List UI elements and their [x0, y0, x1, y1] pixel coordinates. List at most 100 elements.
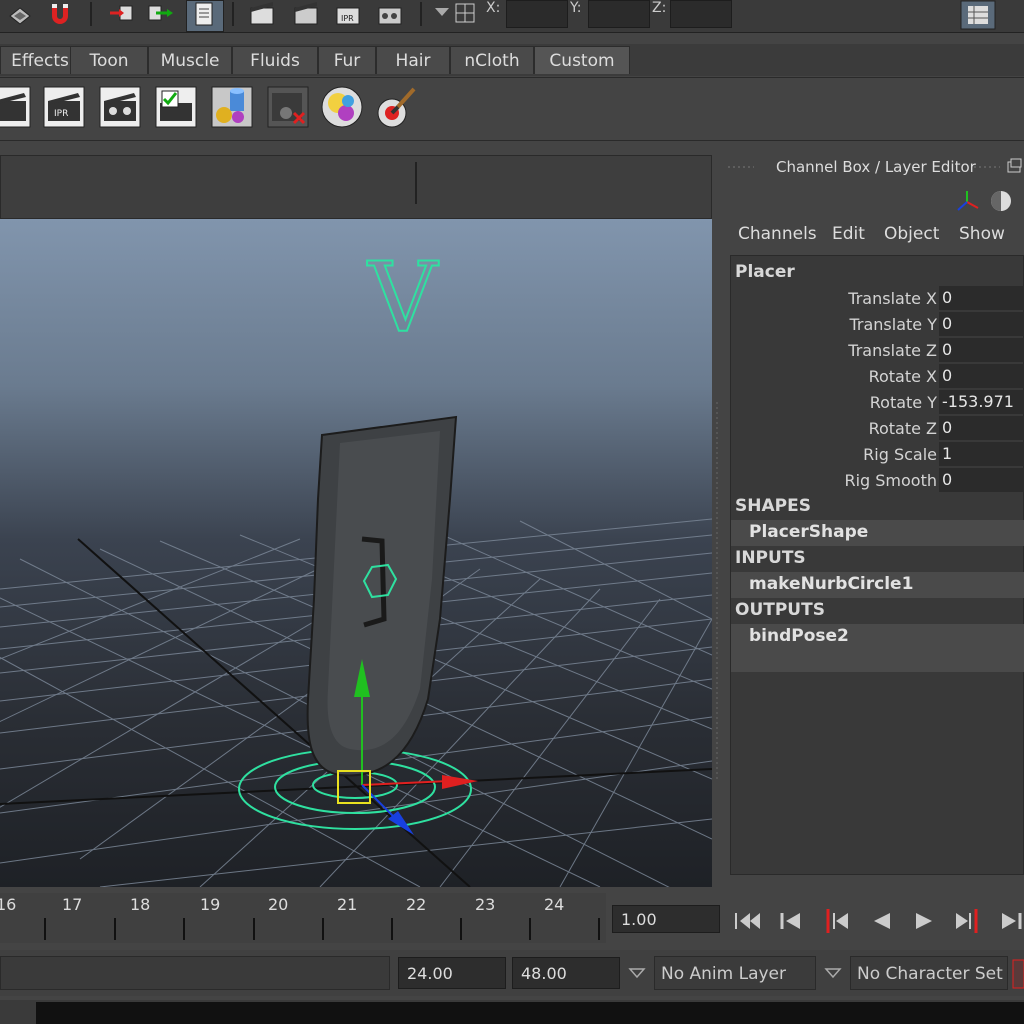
chevron-down-icon[interactable]	[626, 962, 648, 984]
range-slider[interactable]	[0, 956, 390, 990]
v-marker[interactable]: V	[366, 241, 440, 355]
node-name[interactable]: Placer	[735, 262, 795, 282]
render-shapes-icon[interactable]	[210, 85, 254, 129]
output-connections-icon[interactable]	[146, 0, 174, 28]
manip-x-arrow[interactable]	[442, 775, 478, 789]
channel-label: Rotate X	[868, 367, 937, 386]
anim-layer-dropdown[interactable]: No Anim Layer	[654, 956, 816, 990]
float-panel-icon[interactable]	[1005, 157, 1023, 175]
channel-row[interactable]: Translate X 0	[731, 286, 1024, 312]
time-slider[interactable]: 16 17 18 19 20 21 22 23 24	[0, 893, 606, 943]
shading-toggle-icon[interactable]	[988, 188, 1014, 214]
panel-grip-icon[interactable]	[972, 162, 1002, 172]
viewport-3d[interactable]: V	[0, 219, 712, 887]
step-back-key-icon[interactable]	[820, 907, 852, 935]
history-toggle-icon[interactable]	[190, 0, 218, 28]
tab-fluids[interactable]: Fluids	[232, 46, 318, 74]
channel-value[interactable]: 0	[939, 416, 1024, 440]
input-connections-icon[interactable]	[108, 0, 136, 28]
clapper-settings-icon[interactable]	[98, 85, 142, 129]
list-item[interactable]: PlacerShape	[731, 520, 1024, 546]
x-coord-label: X:	[486, 0, 501, 16]
list-item[interactable]: makeNurbCircle1	[731, 572, 1024, 598]
channel-row[interactable]: Rotate Z 0	[731, 416, 1024, 442]
tab-muscle[interactable]: Muscle	[148, 46, 232, 74]
clapper-checklist-icon[interactable]	[154, 85, 198, 129]
channel-value[interactable]: 0	[939, 312, 1024, 336]
channel-row[interactable]: Rig Smooth 0	[731, 468, 1024, 494]
play-backward-icon[interactable]	[866, 907, 898, 935]
splitter-handle[interactable]	[714, 402, 720, 782]
channel-row[interactable]: Rotate Y -153.971	[731, 390, 1024, 416]
y-coord-field[interactable]	[588, 0, 650, 28]
channel-row[interactable]: Translate Y 0	[731, 312, 1024, 338]
channel-row[interactable]: Rig Scale 1	[731, 442, 1024, 468]
channel-value[interactable]: 0	[939, 364, 1024, 388]
channel-value[interactable]: 0	[939, 338, 1024, 362]
ipr-icon[interactable]: IPR	[334, 0, 362, 28]
viewport-menubar	[0, 155, 712, 219]
tab-ncloth[interactable]: nCloth	[450, 46, 534, 74]
snap-magnet-icon[interactable]	[46, 0, 74, 28]
frame-label: 23	[475, 895, 496, 914]
channel-label: Translate Z	[848, 341, 937, 360]
menu-object[interactable]: Object	[884, 224, 939, 244]
channel-value[interactable]: 1	[939, 442, 1024, 466]
menu-edit[interactable]: Edit	[832, 224, 865, 244]
step-forward-icon[interactable]	[996, 907, 1024, 935]
end-time-field[interactable]: 24.00	[398, 957, 506, 989]
chevron-down-icon[interactable]	[822, 962, 844, 984]
tab-custom[interactable]: Custom	[534, 46, 630, 74]
frame-label: 19	[200, 895, 221, 914]
axis-gizmo-icon[interactable]	[954, 188, 980, 214]
viewport-scene[interactable]: V	[0, 219, 712, 887]
frame-label: 24	[544, 895, 565, 914]
go-to-start-icon[interactable]	[732, 907, 764, 935]
character-set-dropdown[interactable]: No Character Set	[850, 956, 1008, 990]
channel-box-toggle-icon[interactable]	[960, 0, 996, 30]
z-coord-field[interactable]	[670, 0, 732, 28]
channel-label: Rig Scale	[863, 445, 937, 464]
channel-list: Placer Translate X 0 Translate Y 0 Trans…	[730, 255, 1024, 875]
render-settings-icon[interactable]	[376, 0, 404, 28]
render-current-frame-icon[interactable]	[248, 0, 276, 28]
channel-row[interactable]: Translate Z 0	[731, 338, 1024, 364]
select-by-component-icon[interactable]	[6, 0, 34, 28]
frame-label: 17	[62, 895, 83, 914]
clapper-icon[interactable]	[0, 85, 32, 129]
render-remove-icon[interactable]	[266, 85, 310, 129]
tab-fur[interactable]: Fur	[318, 46, 376, 74]
step-back-icon[interactable]	[776, 907, 808, 935]
tab-hair[interactable]: Hair	[376, 46, 450, 74]
channel-label: Rotate Z	[868, 419, 937, 438]
menu-channels[interactable]: Channels	[738, 224, 817, 244]
shader-spheres-icon[interactable]	[320, 85, 364, 129]
list-item[interactable]: bindPose2	[731, 624, 1024, 672]
panel-grip-icon[interactable]	[726, 162, 756, 172]
max-time-field[interactable]: 48.00	[512, 957, 620, 989]
ipr-render-icon[interactable]	[292, 0, 320, 28]
current-frame-field[interactable]: 1.00	[612, 905, 720, 933]
channel-label: Translate X	[848, 289, 937, 308]
input-node-name: makeNurbCircle1	[749, 574, 914, 594]
channel-value[interactable]: 0	[939, 468, 1024, 492]
channel-row[interactable]: Rotate X 0	[731, 364, 1024, 390]
channel-label: Translate Y	[849, 315, 937, 334]
channel-value[interactable]: 0	[939, 286, 1024, 310]
step-forward-key-icon[interactable]	[952, 907, 984, 935]
play-forward-icon[interactable]	[908, 907, 940, 935]
playback-controls: 1.00	[606, 893, 1024, 943]
channel-label: Rig Smooth	[844, 471, 937, 490]
y-coord-label: Y:	[570, 0, 582, 16]
channel-value[interactable]: -153.971	[939, 390, 1024, 414]
paint-brush-icon[interactable]	[374, 85, 418, 129]
transform-input-icon[interactable]	[452, 0, 480, 28]
x-coord-field[interactable]	[506, 0, 568, 28]
clapper-ipr-icon[interactable]: IPR	[42, 85, 86, 129]
tab-effects[interactable]: Effects	[0, 46, 80, 74]
channel-box-title: Channel Box / Layer Editor	[776, 158, 976, 176]
menu-show[interactable]: Show	[959, 224, 1005, 244]
tab-toon[interactable]: Toon	[70, 46, 148, 74]
command-input[interactable]	[36, 1002, 1024, 1024]
auto-key-icon[interactable]	[1012, 958, 1024, 990]
